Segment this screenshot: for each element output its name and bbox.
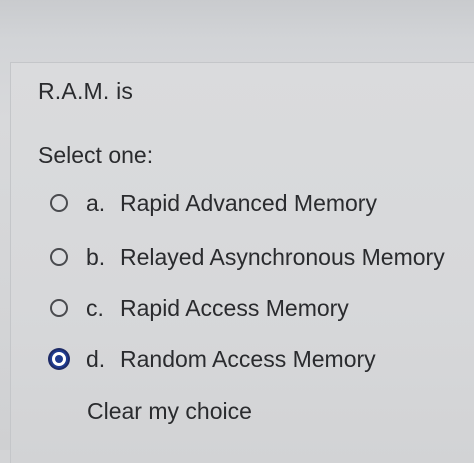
screen-background: R.A.M. is Select one: a. Rapid Advanced … [0, 0, 474, 463]
select-one-prompt: Select one: [38, 142, 154, 168]
option-b[interactable]: b. Relayed Asynchronous Memory [50, 240, 445, 274]
clear-choice-link[interactable]: Clear my choice [87, 398, 252, 425]
option-d[interactable]: d. Random Access Memory [50, 342, 376, 376]
option-letter-b: b. [86, 243, 106, 270]
option-c[interactable]: c. Rapid Access Memory [50, 291, 349, 325]
radio-button-d-selected[interactable] [50, 350, 68, 368]
radio-button-b[interactable] [50, 248, 68, 266]
option-label-a[interactable]: Rapid Advanced Memory [120, 190, 377, 217]
option-label-d[interactable]: Random Access Memory [120, 346, 376, 373]
question-text: R.A.M. is [38, 78, 134, 104]
option-letter-c: c. [86, 294, 104, 321]
radio-button-a[interactable] [50, 194, 68, 212]
radio-button-c[interactable] [50, 299, 68, 317]
option-a[interactable]: a. Rapid Advanced Memory [50, 186, 377, 220]
option-letter-d: d. [86, 345, 106, 372]
option-letter-a: a. [86, 189, 106, 216]
option-label-b[interactable]: Relayed Asynchronous Memory [120, 244, 445, 271]
option-label-c[interactable]: Rapid Access Memory [120, 295, 349, 322]
